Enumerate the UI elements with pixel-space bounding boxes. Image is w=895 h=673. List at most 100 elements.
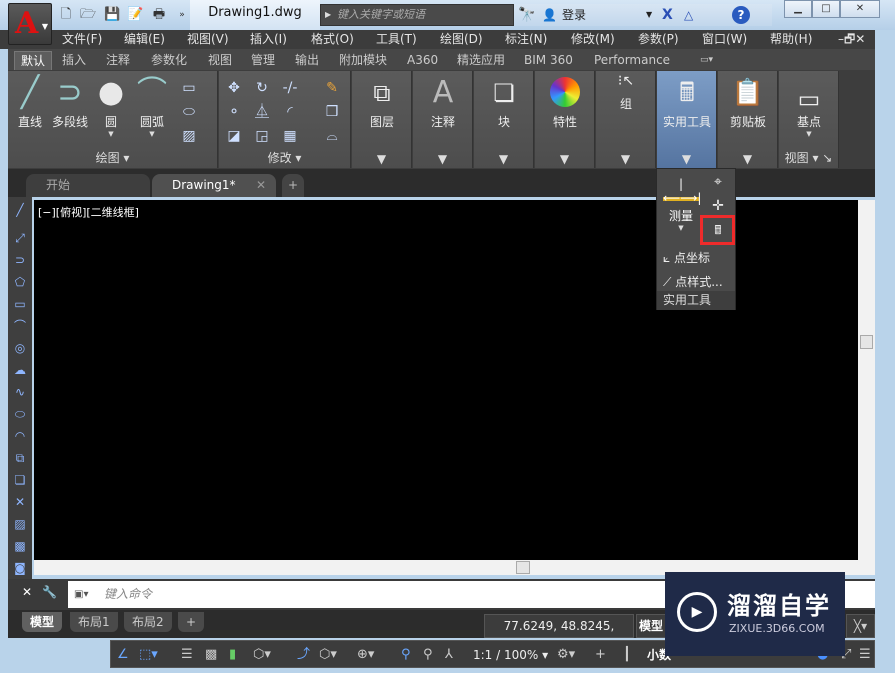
arc-tool[interactable]: ⌒ 圆弧 ▼: [134, 73, 170, 138]
save-as-icon[interactable]: 📝: [127, 7, 143, 23]
grid-display-icon[interactable]: ╳▾: [846, 614, 875, 638]
tab-a360[interactable]: A360: [401, 51, 444, 70]
mirror-icon[interactable]: ⏅: [253, 103, 271, 121]
hatch-icon[interactable]: ▨: [180, 127, 198, 145]
new-file-icon[interactable]: 🗋: [58, 7, 74, 23]
properties-panel[interactable]: 特性 ▼: [535, 71, 595, 168]
trim-icon[interactable]: -/-: [281, 79, 299, 97]
array-icon[interactable]: ▦: [281, 127, 299, 145]
exchange-x-icon[interactable]: X: [662, 4, 673, 26]
rectangle-icon[interactable]: ▭: [11, 295, 29, 313]
tab-default[interactable]: 默认: [14, 51, 53, 70]
explode-icon[interactable]: ❒: [323, 103, 341, 121]
tab-addins[interactable]: 附加模块: [333, 51, 393, 70]
erase-icon[interactable]: ✎: [323, 79, 341, 97]
more-tools-icon[interactable]: »: [174, 7, 190, 23]
layers-panel[interactable]: ⧉ 图层 ▼: [352, 71, 412, 168]
annotation-visibility-icon[interactable]: ⚲: [401, 646, 411, 664]
menu-view[interactable]: 视图(V): [187, 30, 229, 49]
annotation-scale-select[interactable]: 1:1 / 100% ▾: [473, 646, 548, 664]
utilities-panel[interactable]: 🖩 实用工具 ▼: [657, 71, 717, 168]
wrench-icon[interactable]: 🔧: [42, 585, 57, 599]
arc-icon[interactable]: ⌒: [11, 317, 29, 335]
annotation-panel[interactable]: A 注释 ▼: [413, 71, 473, 168]
spline-icon[interactable]: ∿: [11, 383, 29, 401]
selection-filter-icon[interactable]: ⬡▾: [319, 646, 337, 664]
copy-icon[interactable]: ⚬: [225, 103, 243, 121]
annotation-scale-icon[interactable]: ⅄: [445, 646, 453, 664]
maximize-button[interactable]: □: [812, 0, 840, 18]
login-link[interactable]: 登录: [562, 4, 586, 26]
polyline-tool[interactable]: ⊃ 多段线: [48, 73, 92, 130]
menu-file[interactable]: 文件(F): [62, 30, 102, 49]
make-block-icon[interactable]: ❏: [11, 471, 29, 489]
point-style-item[interactable]: ⟋ 点样式...: [663, 273, 723, 290]
line-tool[interactable]: ╱ 直线: [12, 73, 48, 130]
snap-icon[interactable]: ⬚▾: [139, 646, 158, 664]
doc-restore-icon[interactable]: –🗗✕: [838, 30, 865, 49]
tab-layout2[interactable]: 布局2: [124, 612, 172, 632]
help-icon[interactable]: ?: [732, 6, 750, 24]
tab-layout1[interactable]: 布局1: [70, 612, 118, 632]
construction-line-icon[interactable]: ⤢: [11, 229, 29, 247]
draw-panel-title[interactable]: 绘图 ▾: [8, 149, 217, 166]
close-tab-icon[interactable]: ✕: [256, 174, 266, 196]
ortho-icon[interactable]: ∠: [117, 646, 129, 664]
tab-performance[interactable]: Performance: [588, 51, 676, 70]
view-panel-title[interactable]: 视图 ▾ ↘: [779, 149, 838, 166]
coordinates-display[interactable]: 77.6249, 48.8245, 0.0000: [484, 614, 634, 655]
modify-panel-title[interactable]: 修改 ▾: [219, 149, 350, 166]
revision-cloud-icon[interactable]: ☁: [11, 361, 29, 379]
chevron-down-icon[interactable]: ▼: [646, 4, 652, 26]
selection-cycling-icon[interactable]: ▮: [229, 646, 236, 664]
tab-insert[interactable]: 插入: [56, 51, 92, 70]
binoculars-icon[interactable]: 🔭: [518, 4, 535, 26]
polygon-icon[interactable]: ⬠: [11, 273, 29, 291]
offset-icon[interactable]: ⌓: [323, 127, 341, 145]
clipboard-panel[interactable]: 📋 剪贴板 ▼: [718, 71, 778, 168]
a360-icon[interactable]: △: [684, 4, 693, 26]
rectangle-icon[interactable]: ▭: [180, 79, 198, 97]
menu-insert[interactable]: 插入(I): [250, 30, 287, 49]
tab-model[interactable]: 模型: [22, 612, 63, 632]
new-tab-button[interactable]: +: [282, 174, 304, 197]
menu-format[interactable]: 格式(O): [311, 30, 354, 49]
polyline-icon[interactable]: ⊃: [11, 251, 29, 269]
fillet-icon[interactable]: ◜: [281, 103, 299, 121]
lineweight-icon[interactable]: ☰: [181, 646, 193, 664]
tab-manage[interactable]: 管理: [245, 51, 281, 70]
gizmo-icon[interactable]: ⊕▾: [357, 646, 374, 664]
customization-menu-icon[interactable]: ☰: [859, 646, 871, 664]
tab-view[interactable]: 视图: [202, 51, 238, 70]
tab-annotate[interactable]: 注释: [100, 51, 136, 70]
scroll-thumb[interactable]: [516, 561, 530, 574]
open-file-icon[interactable]: 🗁: [80, 7, 96, 23]
ellipse-icon[interactable]: ⬭: [11, 405, 29, 423]
ellipse-icon[interactable]: ⬭: [180, 103, 198, 121]
tab-featured-apps[interactable]: 精选应用: [451, 51, 511, 70]
scroll-thumb[interactable]: [860, 335, 873, 349]
dynamic-ucs-icon[interactable]: ⤴: [297, 646, 310, 664]
menu-help[interactable]: 帮助(H): [770, 30, 812, 49]
search-input[interactable]: ▶ 键入关键字或短语: [320, 4, 514, 26]
insert-block-icon[interactable]: ⧉: [11, 449, 29, 467]
id-point-icon[interactable]: ✛: [709, 197, 727, 215]
menu-tools[interactable]: 工具(T): [376, 30, 417, 49]
tab-output[interactable]: 输出: [289, 51, 325, 70]
gradient-icon[interactable]: ▩: [11, 537, 29, 555]
annotation-monitor-icon[interactable]: +: [595, 646, 606, 664]
block-panel[interactable]: ❏ 块 ▼: [474, 71, 534, 168]
command-prompt-icon[interactable]: ▣▾: [74, 581, 88, 608]
menu-window[interactable]: 窗口(W): [702, 30, 747, 49]
vertical-scrollbar[interactable]: [858, 200, 875, 560]
workspace-gear-icon[interactable]: ⚙▾: [557, 646, 575, 664]
tab-parametric[interactable]: 参数化: [145, 51, 193, 70]
move-icon[interactable]: ✥: [225, 79, 243, 97]
menu-dimension[interactable]: 标注(N): [505, 30, 547, 49]
ellipse-arc-icon[interactable]: ◠: [11, 427, 29, 445]
menu-modify[interactable]: 修改(M): [571, 30, 615, 49]
model-space-button[interactable]: 模型: [636, 614, 666, 638]
application-menu-button[interactable]: A ▼: [8, 3, 52, 45]
user-icon[interactable]: 👤: [542, 4, 557, 26]
auto-scale-icon[interactable]: ⚲: [423, 646, 433, 664]
